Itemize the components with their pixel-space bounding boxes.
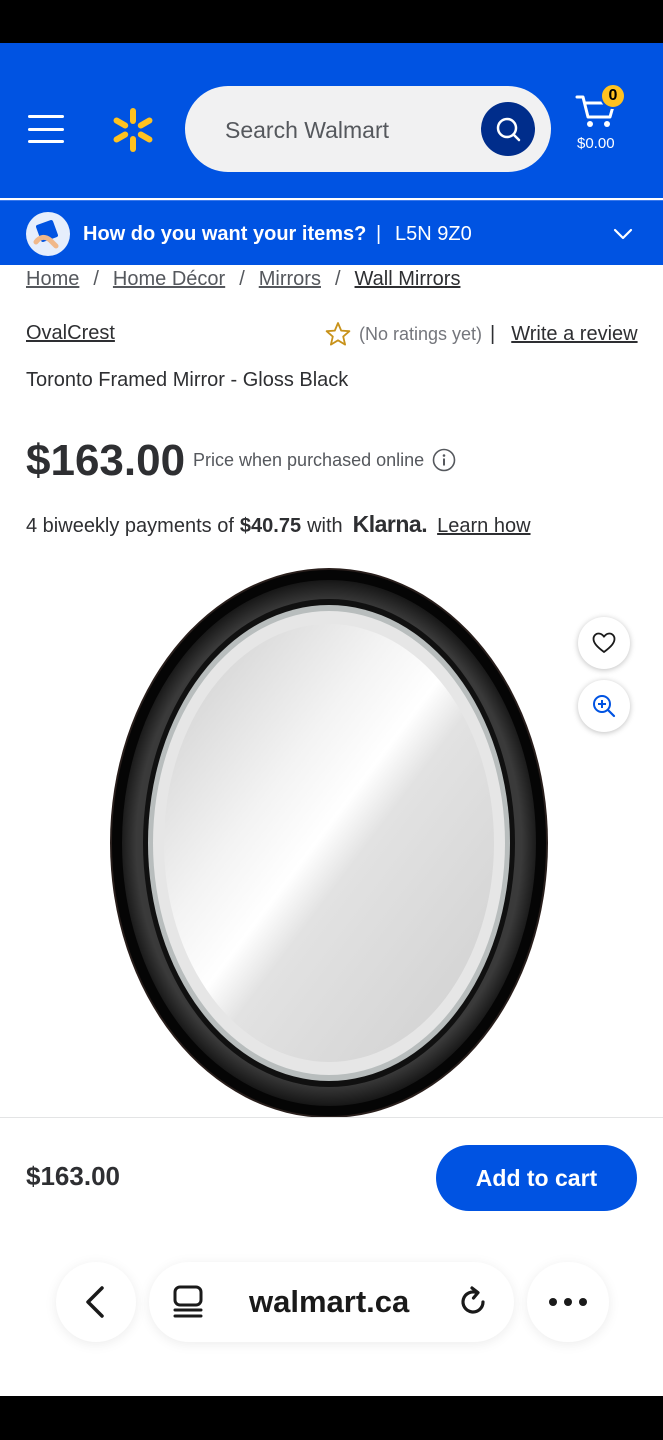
menu-line — [28, 115, 64, 118]
breadcrumb-separator: / — [93, 268, 99, 290]
search-input[interactable]: Search Walmart — [185, 86, 551, 172]
breadcrumb-separator: / — [239, 268, 245, 290]
brand-link[interactable]: OvalCrest — [26, 322, 115, 345]
product-title: Toronto Framed Mirror - Gloss Black — [26, 369, 349, 391]
price-note-text: Price when purchased online — [193, 449, 425, 470]
breadcrumb-mirrors[interactable]: Mirrors — [259, 268, 321, 291]
breadcrumb-home[interactable]: Home — [26, 268, 79, 291]
header: Search Walmart 0 $0.00 — [0, 43, 663, 198]
klarna-payment-line: 4 biweekly payments of $40.75 with Klarn… — [26, 511, 531, 538]
zoom-button[interactable] — [578, 680, 630, 732]
product-price: $163.00 — [26, 436, 186, 485]
search-placeholder: Search Walmart — [225, 117, 390, 143]
breadcrumb-separator: / — [334, 268, 341, 290]
status-bar — [0, 0, 663, 43]
rating-row: (No ratings yet) | Write a review — [325, 321, 638, 347]
rating-separator: | — [490, 322, 496, 345]
klarna-amount: $40.75 — [239, 515, 302, 537]
menu-line — [28, 127, 64, 131]
browser-address-bar[interactable]: walmart.ca — [149, 1262, 514, 1342]
search-icon — [496, 117, 521, 142]
breadcrumb-wall-mirrors[interactable]: Wall Mirrors — [355, 268, 461, 291]
cart-button[interactable]: 0 $0.00 — [572, 83, 642, 153]
browser-toolbar: walmart.ca — [0, 1240, 663, 1396]
chevron-down-icon — [613, 228, 633, 240]
more-dot — [579, 1298, 587, 1306]
star-outline-icon — [325, 322, 351, 346]
product-image-oval-mirror[interactable] — [0, 560, 663, 1118]
browser-back-button[interactable] — [56, 1262, 136, 1342]
cart-total: $0.00 — [577, 135, 615, 152]
tabs-icon[interactable] — [171, 1284, 205, 1320]
delivery-banner[interactable]: How do you want your items? | L5N 9Z0 — [0, 200, 663, 265]
learn-how-link[interactable]: Learn how — [437, 515, 530, 538]
delivery-postal-code: L5N 9Z0 — [395, 223, 472, 245]
zoom-in-icon — [593, 695, 616, 718]
rating-text: (No ratings yet) — [359, 323, 483, 344]
klarna-logo: Klarna. — [352, 511, 428, 537]
klarna-prefix: 4 biweekly payments of — [26, 515, 234, 537]
price-note: Price when purchased online — [193, 448, 456, 472]
delivery-separator: | — [376, 223, 382, 245]
reload-icon[interactable] — [455, 1284, 491, 1320]
menu-line — [28, 140, 64, 143]
delivery-icon — [26, 212, 70, 256]
klarna-with: with — [307, 515, 343, 537]
info-icon[interactable] — [432, 448, 456, 472]
sticky-bar-divider — [0, 1117, 663, 1118]
write-review-link[interactable]: Write a review — [511, 323, 637, 346]
breadcrumb: Home / Home Décor / Mirrors / Wall Mirro… — [26, 268, 460, 291]
chevron-left-icon — [86, 1286, 104, 1318]
delivery-question: How do you want your items? — [83, 223, 367, 245]
walmart-spark-logo[interactable] — [108, 105, 158, 155]
heart-icon — [592, 632, 616, 653]
menu-button[interactable] — [26, 113, 66, 145]
more-dot — [564, 1298, 572, 1306]
breadcrumb-home-decor[interactable]: Home Décor — [113, 268, 225, 291]
add-to-cart-button[interactable]: Add to cart — [436, 1145, 637, 1211]
cart-count-badge: 0 — [600, 83, 626, 109]
sticky-price: $163.00 — [26, 1161, 120, 1191]
product-image-area — [0, 560, 663, 1118]
browser-more-button[interactable] — [527, 1262, 609, 1342]
browser-url: walmart.ca — [249, 1284, 410, 1319]
search-button[interactable] — [481, 102, 535, 156]
favorite-button[interactable] — [578, 617, 630, 669]
system-nav-bar — [0, 1396, 663, 1440]
more-dot — [549, 1298, 557, 1306]
